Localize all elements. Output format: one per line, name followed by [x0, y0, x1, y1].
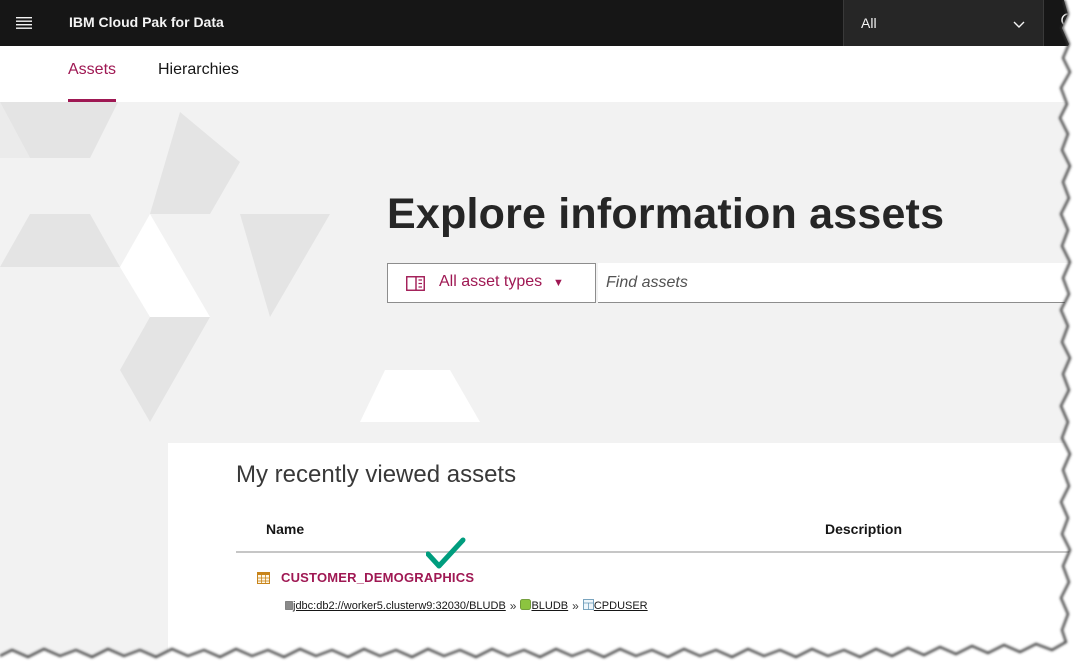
- path-separator: »: [509, 599, 517, 613]
- table-header-divider: [236, 551, 1075, 553]
- tab-assets[interactable]: Assets: [68, 46, 117, 102]
- scope-value: All: [861, 15, 877, 31]
- scope-dropdown[interactable]: All: [843, 0, 1043, 46]
- app-title: IBM Cloud Pak for Data: [69, 14, 224, 30]
- path-separator: »: [572, 599, 579, 613]
- recent-assets-panel: My recently viewed assets Name Descripti…: [168, 443, 1075, 668]
- chevron-down-icon: [1013, 17, 1025, 35]
- column-header-description[interactable]: Description: [825, 521, 902, 537]
- schema-icon: [582, 599, 594, 613]
- caret-down-icon: ▼: [553, 277, 564, 289]
- path-link-database[interactable]: BLUDB: [531, 600, 568, 612]
- path-link-schema[interactable]: CPDUSER: [594, 600, 648, 612]
- checkmark-icon: [425, 537, 466, 576]
- asset-path-breadcrumb: jdbc:db2://worker5.clusterw9:32030/BLUDB…: [285, 599, 648, 613]
- asset-catalog-icon: [406, 276, 425, 296]
- data-connection-icon: [285, 600, 293, 613]
- tab-hierarchies[interactable]: Hierarchies: [158, 46, 239, 102]
- asset-type-label: All asset types: [439, 273, 543, 290]
- asset-type-dropdown[interactable]: All asset types ▼: [387, 263, 596, 303]
- recent-assets-title: My recently viewed assets: [236, 461, 517, 488]
- top-navigation-bar: IBM Cloud Pak for Data All: [0, 0, 1075, 46]
- find-assets-input[interactable]: [598, 263, 1075, 303]
- hamburger-menu-icon[interactable]: [0, 0, 48, 46]
- page-title: Explore information assets: [387, 190, 945, 238]
- hero-section: Explore information assets All asset typ…: [0, 102, 1075, 668]
- database-table-icon: [257, 571, 270, 589]
- path-link-connection[interactable]: jdbc:db2://worker5.clusterw9:32030/BLUDB: [293, 600, 506, 612]
- search-icon[interactable]: [1043, 0, 1075, 46]
- database-icon: [520, 599, 532, 613]
- tab-bar: Assets Hierarchies: [0, 46, 1075, 102]
- column-header-name[interactable]: Name: [266, 521, 304, 537]
